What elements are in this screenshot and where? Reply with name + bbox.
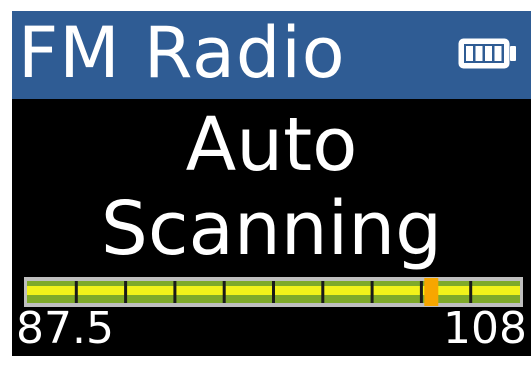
scale-tick — [272, 281, 275, 303]
scale-tick — [74, 281, 78, 303]
fm-radio-screen: FM Radio Auto Scanning 87.5 108 — [12, 11, 531, 356]
frequency-max-label: 108 — [443, 303, 527, 354]
scale-tick — [173, 281, 177, 303]
scale-tick — [419, 281, 423, 303]
scale-tick — [321, 281, 325, 303]
scan-status-line-2: Scanning — [100, 186, 443, 272]
scale-tick — [124, 281, 128, 303]
scale-tick — [469, 281, 473, 303]
title-bar: FM Radio — [12, 11, 531, 99]
app-title: FM Radio — [18, 12, 346, 94]
frequency-min-label: 87.5 — [16, 303, 114, 354]
battery-full-icon — [458, 38, 516, 69]
scale-tick — [370, 281, 374, 303]
scan-position-indicator — [424, 278, 439, 306]
scale-tick — [222, 281, 226, 303]
scan-status-line-1: Auto — [185, 102, 358, 188]
